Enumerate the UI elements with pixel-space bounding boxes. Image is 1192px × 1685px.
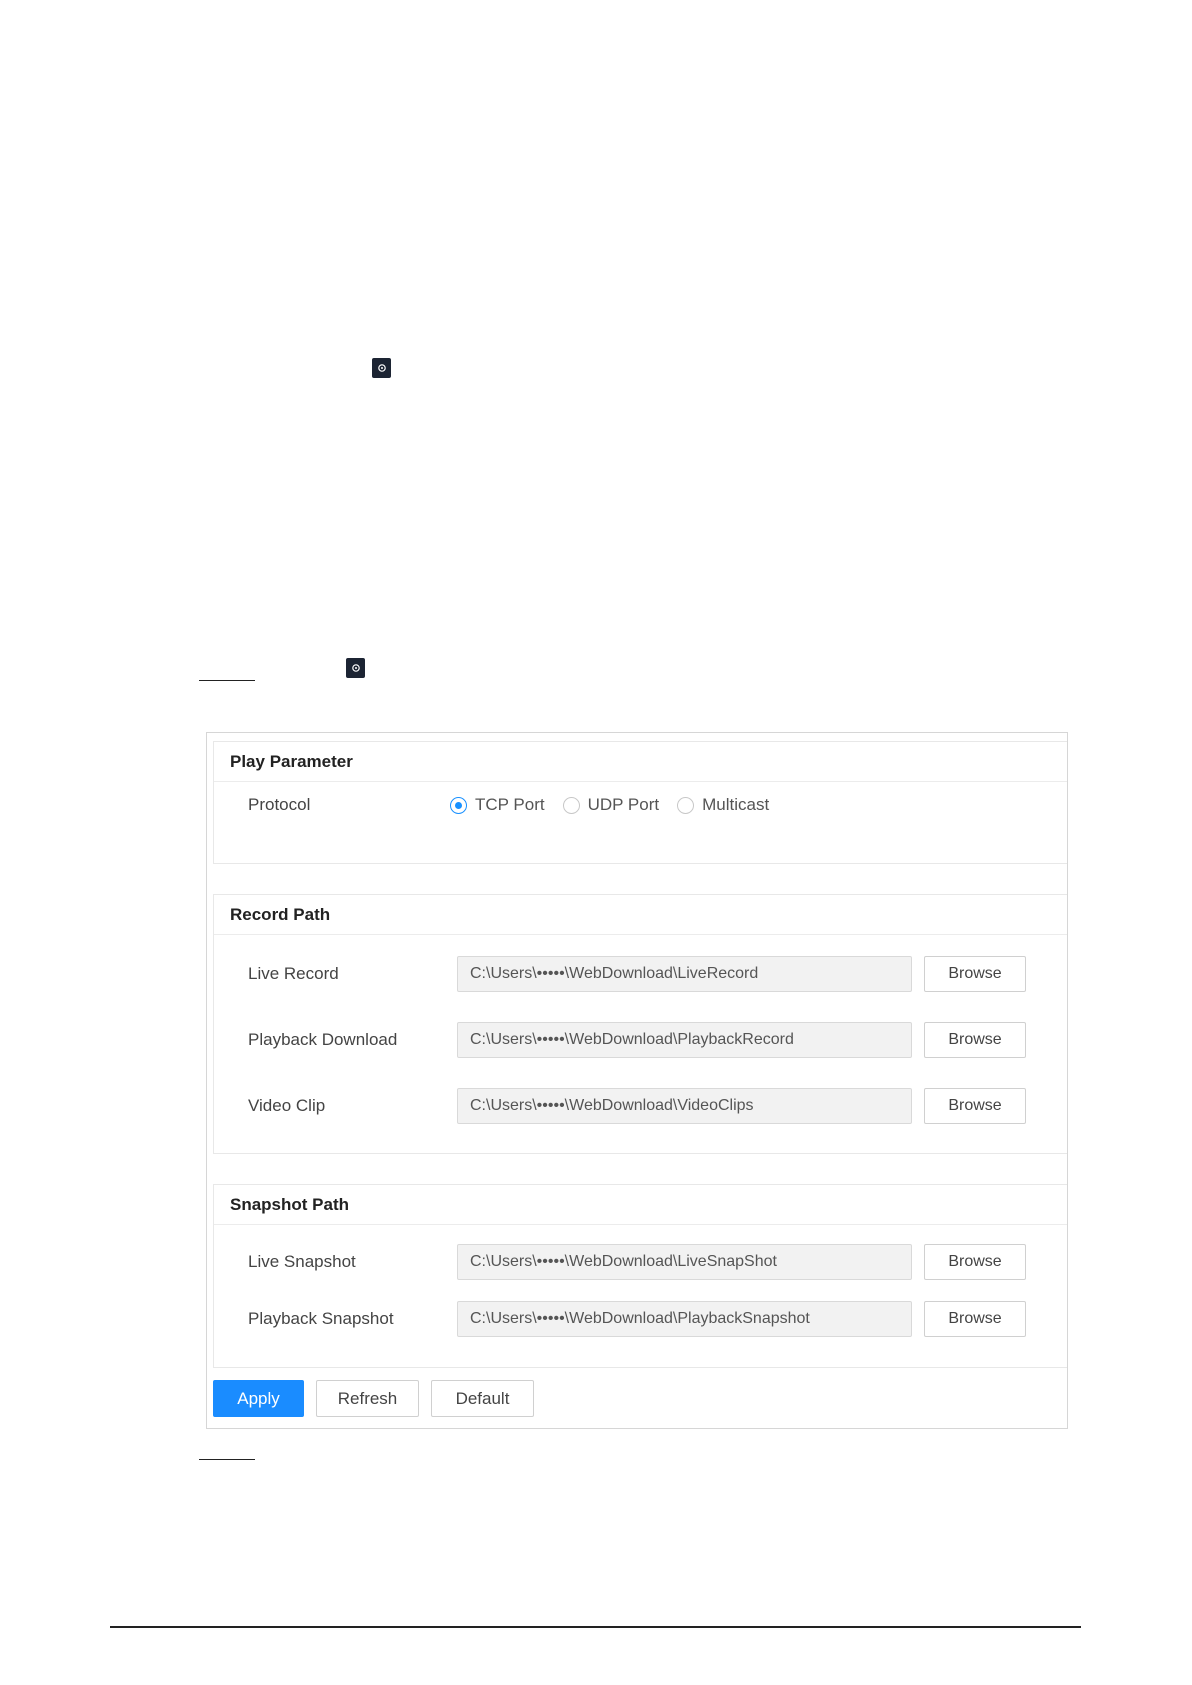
playback-download-path-input[interactable] [457, 1022, 912, 1058]
play-parameter-section: Play Parameter Protocol TCP Port UDP Por… [213, 741, 1067, 864]
live-record-browse-button[interactable]: Browse [924, 956, 1026, 992]
radio-multicast[interactable]: Multicast [677, 795, 769, 815]
radio-circle[interactable] [562, 796, 580, 814]
default-button[interactable]: Default [431, 1380, 534, 1417]
path-row: Live Snapshot Browse [214, 1243, 1067, 1281]
step-underline [199, 680, 255, 681]
playback-download-label: Playback Download [248, 1030, 398, 1049]
section-title: Snapshot Path [214, 1185, 1067, 1225]
radio-tcp-port[interactable]: TCP Port [450, 795, 545, 815]
live-snapshot-browse-button[interactable]: Browse [924, 1244, 1026, 1280]
radio-udp-port[interactable]: UDP Port [562, 795, 660, 815]
refresh-button[interactable]: Refresh [316, 1380, 419, 1417]
playback-snapshot-browse-button[interactable]: Browse [924, 1301, 1026, 1337]
path-row: Video Clip Browse [214, 1087, 1067, 1125]
playback-snapshot-path-input[interactable] [457, 1301, 912, 1337]
gear-icon [372, 358, 391, 378]
record-path-section: Record Path Live Record Browse Playback … [213, 894, 1067, 1154]
path-row: Playback Download Browse [214, 1021, 1067, 1059]
live-record-label: Live Record [248, 964, 339, 983]
live-record-path-input[interactable] [457, 956, 912, 992]
video-clip-path-input[interactable] [457, 1088, 912, 1124]
live-snapshot-label: Live Snapshot [248, 1252, 356, 1271]
step-underline [199, 1459, 255, 1460]
local-settings-panel: Play Parameter Protocol TCP Port UDP Por… [206, 732, 1068, 1429]
live-snapshot-path-input[interactable] [457, 1244, 912, 1280]
playback-download-browse-button[interactable]: Browse [924, 1022, 1026, 1058]
playback-snapshot-label: Playback Snapshot [248, 1309, 394, 1328]
radio-circle[interactable] [450, 796, 467, 814]
path-row: Playback Snapshot Browse [214, 1300, 1067, 1338]
radio-circle[interactable] [677, 796, 695, 814]
radio-label: UDP Port [587, 795, 660, 814]
path-row: Live Record Browse [214, 955, 1067, 993]
radio-label: Multicast [702, 795, 770, 814]
section-title: Record Path [214, 895, 1067, 935]
protocol-radio-group: TCP Port UDP Port Multicast [450, 795, 787, 815]
video-clip-browse-button[interactable]: Browse [924, 1088, 1026, 1124]
snapshot-path-section: Snapshot Path Live Snapshot Browse Playb… [213, 1184, 1067, 1368]
page-footer-rule [110, 1626, 1081, 1628]
video-clip-label: Video Clip [248, 1096, 326, 1115]
radio-label: TCP Port [475, 795, 545, 814]
protocol-label: Protocol [248, 795, 311, 814]
section-title: Play Parameter [214, 742, 1067, 782]
gear-icon [346, 658, 365, 678]
apply-button[interactable]: Apply [213, 1380, 304, 1417]
